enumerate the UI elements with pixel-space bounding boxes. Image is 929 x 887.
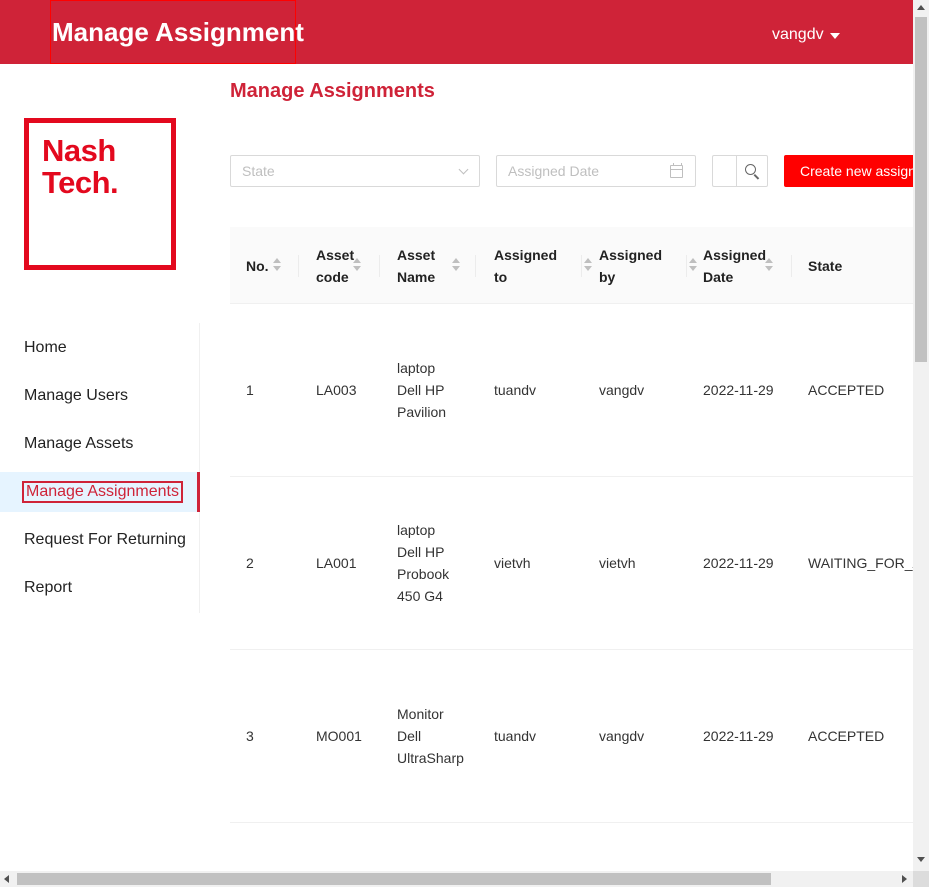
column-header-assigned-date[interactable]: Assigned Date <box>703 227 773 304</box>
cell-state: ACCEPTED <box>808 728 885 744</box>
cell-asset-name: laptop Dell HP Pavilion <box>397 360 447 420</box>
sidebar-item-home[interactable]: Home <box>0 328 200 368</box>
scroll-up-icon[interactable] <box>917 5 925 10</box>
sort-icon <box>689 258 697 272</box>
cell-asset-code: LA003 <box>316 382 357 398</box>
sidebar-item-label: Manage Users <box>24 387 129 404</box>
cell-assigned-date: 2022-11-29 <box>703 382 774 398</box>
column-divider <box>298 255 299 277</box>
cell-assigned-date: 2022-11-29 <box>703 555 774 571</box>
column-divider <box>475 255 476 277</box>
sort-icon <box>765 258 773 272</box>
cell-asset-name: laptop Dell HP Probook 450 G4 <box>397 522 450 604</box>
create-new-assignment-button[interactable]: Create new assign <box>784 155 929 187</box>
caret-down-icon <box>829 33 840 39</box>
column-header-assigned-to[interactable]: Assigned to <box>494 227 592 304</box>
user-menu[interactable]: vangdv <box>772 26 840 44</box>
cell-assigned-by: vangdv <box>599 382 645 398</box>
cell-no: 1 <box>246 382 254 398</box>
column-header-no[interactable]: No. <box>246 227 296 304</box>
sidebar-item-manage-assets[interactable]: Manage Assets <box>0 424 200 464</box>
calendar-icon <box>670 163 683 178</box>
cell-asset-name: Monitor Dell UltraSharp <box>397 706 464 766</box>
cell-assigned-to: tuandv <box>494 382 537 398</box>
horizontal-scrollbar[interactable] <box>0 871 913 887</box>
cell-state: ACCEPTED <box>808 382 885 398</box>
column-header-asset-name[interactable]: Asset Name <box>397 227 463 304</box>
cell-state: WAITING_FOR_AC <box>808 555 913 571</box>
sidebar-item-label: Manage Assignments <box>22 481 183 503</box>
table-row[interactable]: 2 LA001 laptop Dell HP Probook 450 G4 vi… <box>230 477 913 650</box>
sort-icon <box>584 258 592 272</box>
sidebar-item-report[interactable]: Report <box>0 568 200 608</box>
scroll-left-icon[interactable] <box>4 875 9 883</box>
page-title: Manage Assignments <box>230 80 435 102</box>
scrollbar-corner <box>913 871 929 887</box>
table-row[interactable]: 1 LA003 laptop Dell HP Pavilion tuandv v… <box>230 304 913 477</box>
nashtech-logo: Nash Tech. <box>24 118 176 270</box>
app-title: Manage Assignment <box>52 17 304 47</box>
search-icon-handle <box>753 174 760 180</box>
user-name: vangdv <box>772 26 824 43</box>
sort-icon <box>452 258 460 272</box>
cell-assigned-by: vietvh <box>599 555 636 571</box>
column-divider <box>379 255 380 277</box>
table-row[interactable]: 3 MO001 Monitor Dell UltraSharp tuandv v… <box>230 650 913 823</box>
vertical-scroll-thumb[interactable] <box>915 17 927 362</box>
column-header-state[interactable]: State <box>808 227 913 304</box>
sidebar-item-label: Report <box>24 579 73 596</box>
cell-no: 3 <box>246 728 254 744</box>
search-input[interactable] <box>712 155 737 187</box>
sidebar-item-label: Home <box>24 339 67 356</box>
cell-no: 2 <box>246 555 254 571</box>
column-divider <box>686 255 687 277</box>
vertical-scrollbar[interactable] <box>913 0 929 871</box>
sidebar-item-label: Manage Assets <box>24 435 134 452</box>
horizontal-scroll-thumb[interactable] <box>17 873 771 885</box>
cell-assigned-by: vangdv <box>599 728 645 744</box>
sort-icon <box>353 258 361 272</box>
sort-icon <box>273 258 281 272</box>
assigned-date-picker[interactable]: Assigned Date <box>496 155 696 187</box>
cell-asset-code: LA001 <box>316 555 357 571</box>
sidebar-item-manage-users[interactable]: Manage Users <box>0 376 200 416</box>
cell-assigned-date: 2022-11-29 <box>703 728 774 744</box>
state-filter-select[interactable]: State <box>230 155 480 187</box>
search-button[interactable] <box>736 155 768 187</box>
cell-assigned-to: tuandv <box>494 728 537 744</box>
column-header-asset-code[interactable]: Asset code <box>316 227 370 304</box>
scroll-down-icon[interactable] <box>917 857 925 862</box>
assignments-table: No. Asset code Asset Name Assigned to As… <box>230 227 913 871</box>
cell-assigned-to: vietvh <box>494 555 531 571</box>
sidebar-item-manage-assignments[interactable]: Manage Assignments <box>0 472 200 512</box>
state-filter-placeholder: State <box>242 163 275 179</box>
scroll-right-icon[interactable] <box>902 875 907 883</box>
column-divider <box>581 255 582 277</box>
assigned-date-placeholder: Assigned Date <box>508 163 600 179</box>
column-header-assigned-by[interactable]: Assigned by <box>599 227 697 304</box>
table-header: No. Asset code Asset Name Assigned to As… <box>230 227 913 304</box>
logo-text: Nash Tech. <box>42 133 119 200</box>
cell-asset-code: MO001 <box>316 728 362 744</box>
top-header: Manage Assignment vangdv <box>0 0 913 64</box>
column-divider <box>791 255 792 277</box>
sidebar-item-label: Request For Returning <box>24 531 186 548</box>
sidebar-item-request-for-returning[interactable]: Request For Returning <box>0 520 200 560</box>
chevron-down-icon <box>458 164 469 175</box>
